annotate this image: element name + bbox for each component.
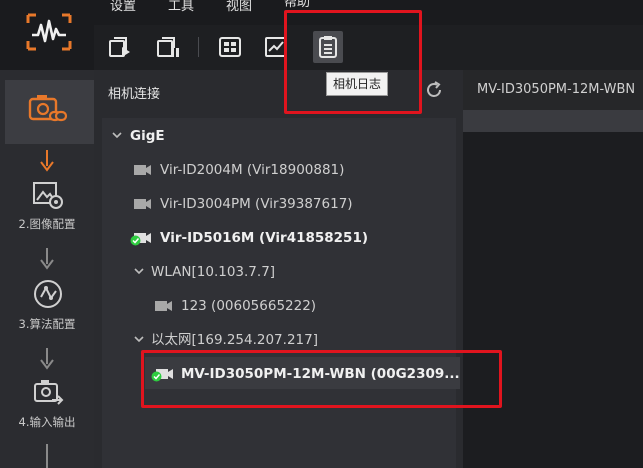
grid-view-button[interactable] <box>216 33 244 61</box>
camera-icon <box>134 199 151 209</box>
device-tab-strip: MV-ID3050PM-12M-WBN <box>463 70 643 110</box>
camera-play-button[interactable] <box>106 33 134 61</box>
left-nav-rail: 2.图像配置 3.算法配置 4.输入输出 <box>0 0 94 468</box>
device-tree-scrollbar[interactable] <box>456 118 463 468</box>
app-logo-icon <box>26 13 72 51</box>
rail-step-io[interactable]: 4.输入输出 <box>0 414 94 430</box>
menu-help[interactable]: 帮助 <box>284 0 310 10</box>
panel-title: 相机连接 <box>108 87 161 102</box>
image-config-icon[interactable] <box>32 180 64 210</box>
highlight-box-log-button <box>284 10 422 114</box>
camera-stop-icon <box>157 37 179 57</box>
grid-view-icon <box>219 37 241 57</box>
menu-settings[interactable]: 设置 <box>110 0 136 14</box>
highlight-box-selected-device <box>141 350 502 408</box>
menu-tools[interactable]: 工具 <box>168 0 194 14</box>
camera-stop-button[interactable] <box>154 33 182 61</box>
camera-play-icon <box>109 37 130 57</box>
algorithm-icon[interactable] <box>32 278 64 310</box>
refresh-icon[interactable] <box>424 80 444 100</box>
image-view-area <box>463 110 643 468</box>
tree-node-label: 以太网[169.254.207.217] <box>151 332 318 348</box>
device-label: 123 (00605665222) <box>181 298 317 314</box>
tree-node-label: GigE <box>130 128 165 144</box>
chevron-down-icon <box>134 268 144 275</box>
device-tab[interactable]: MV-ID3050PM-12M-WBN <box>477 82 635 97</box>
chevron-down-icon <box>134 336 144 343</box>
step-arrow-icon <box>46 444 48 468</box>
rail-step-algorithm[interactable]: 3.算法配置 <box>0 316 94 332</box>
io-icon[interactable] <box>32 378 64 408</box>
image-view-toolbar <box>463 110 643 132</box>
step-arrow-icon <box>40 248 54 270</box>
camera-icon <box>134 165 151 175</box>
connected-check-icon <box>130 235 141 246</box>
menu-view[interactable]: 视图 <box>226 0 252 14</box>
tree-node-label: WLAN[10.103.7.7] <box>151 264 276 280</box>
camera-icon <box>155 301 172 311</box>
step-arrow-icon <box>40 348 54 370</box>
device-label: Vir-ID5016M (Vir41858251) <box>160 230 369 246</box>
chevron-down-icon <box>112 132 122 139</box>
step-arrow-icon <box>40 150 54 172</box>
logo-area <box>0 0 94 70</box>
device-label: Vir-ID2004M (Vir18900881) <box>160 162 345 178</box>
device-label: Vir-ID3004PM (Vir39387617) <box>160 196 353 212</box>
camera-link-icon <box>28 95 68 122</box>
toolbar-divider <box>198 37 199 57</box>
rail-step-image-config[interactable]: 2.图像配置 <box>0 216 94 232</box>
